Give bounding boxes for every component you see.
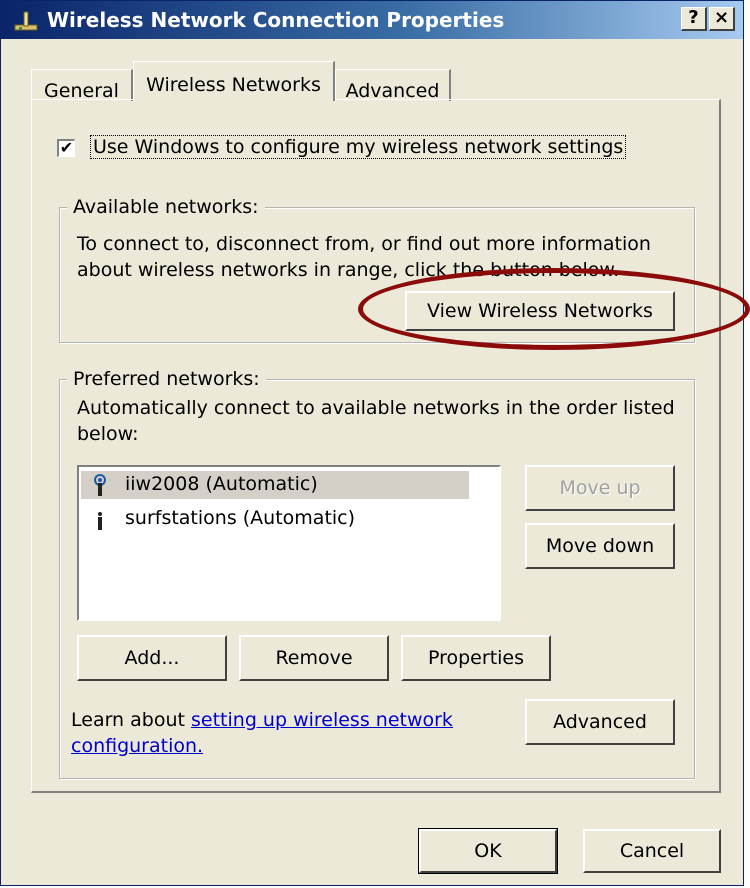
help-button[interactable]: ?: [681, 7, 707, 31]
properties-label: Properties: [427, 647, 525, 669]
preferred-networks-description-2: below:: [77, 423, 139, 445]
learn-link-line-2[interactable]: configuration.: [71, 735, 203, 757]
window-title: Wireless Network Connection Properties: [47, 8, 505, 32]
tab-advanced[interactable]: Advanced: [335, 69, 451, 102]
learn-about-text: Learn about setting up wireless network: [71, 709, 453, 731]
use-windows-label[interactable]: Use Windows to configure my wireless net…: [89, 135, 627, 159]
wireless-antenna-icon: [89, 507, 111, 536]
network-connection-icon: [13, 9, 39, 33]
available-networks-description: To connect to, disconnect from, or find …: [77, 233, 651, 255]
available-networks-label: Available networks:: [67, 196, 265, 218]
move-down-button[interactable]: Move down: [525, 523, 675, 569]
tab-wireless-networks[interactable]: Wireless Networks: [133, 61, 335, 101]
annotation-ellipse: [358, 268, 750, 350]
network-name: iiw2008 (Automatic): [125, 473, 318, 495]
learn-link[interactable]: setting up wireless network: [191, 709, 453, 731]
properties-button[interactable]: Properties: [401, 635, 551, 681]
list-item[interactable]: surfstations (Automatic): [81, 505, 469, 533]
ok-label: OK: [474, 840, 502, 862]
preferred-networks-label: Preferred networks:: [67, 368, 266, 390]
wireless-antenna-active-icon: [89, 473, 111, 502]
move-up-button[interactable]: Move up: [525, 465, 675, 511]
move-down-label: Move down: [545, 535, 655, 557]
remove-label: Remove: [275, 647, 353, 669]
tab-general[interactable]: General: [31, 69, 133, 102]
list-item[interactable]: iiw2008 (Automatic): [81, 471, 469, 499]
ok-button[interactable]: OK: [418, 828, 558, 874]
learn-about-prefix: Learn about: [71, 709, 192, 731]
add-label: Add...: [124, 647, 180, 669]
add-button[interactable]: Add...: [77, 635, 227, 681]
remove-button[interactable]: Remove: [239, 635, 389, 681]
move-up-label: Move up: [559, 477, 641, 499]
preferred-networks-description: Automatically connect to available netwo…: [77, 397, 675, 419]
close-button[interactable]: ×: [709, 7, 735, 31]
close-icon: ×: [713, 7, 730, 28]
cancel-button[interactable]: Cancel: [583, 829, 721, 873]
advanced-button[interactable]: Advanced: [525, 699, 675, 745]
properties-dialog: Wireless Network Connection Properties ?…: [0, 0, 744, 886]
network-name: surfstations (Automatic): [125, 507, 356, 529]
advanced-label: Advanced: [553, 711, 647, 733]
title-bar[interactable]: Wireless Network Connection Properties ?…: [1, 1, 743, 39]
preferred-networks-list[interactable]: iiw2008 (Automatic) surfstations (Automa…: [77, 465, 501, 621]
cancel-label: Cancel: [619, 840, 685, 862]
use-windows-checkbox[interactable]: ✔: [57, 139, 75, 157]
